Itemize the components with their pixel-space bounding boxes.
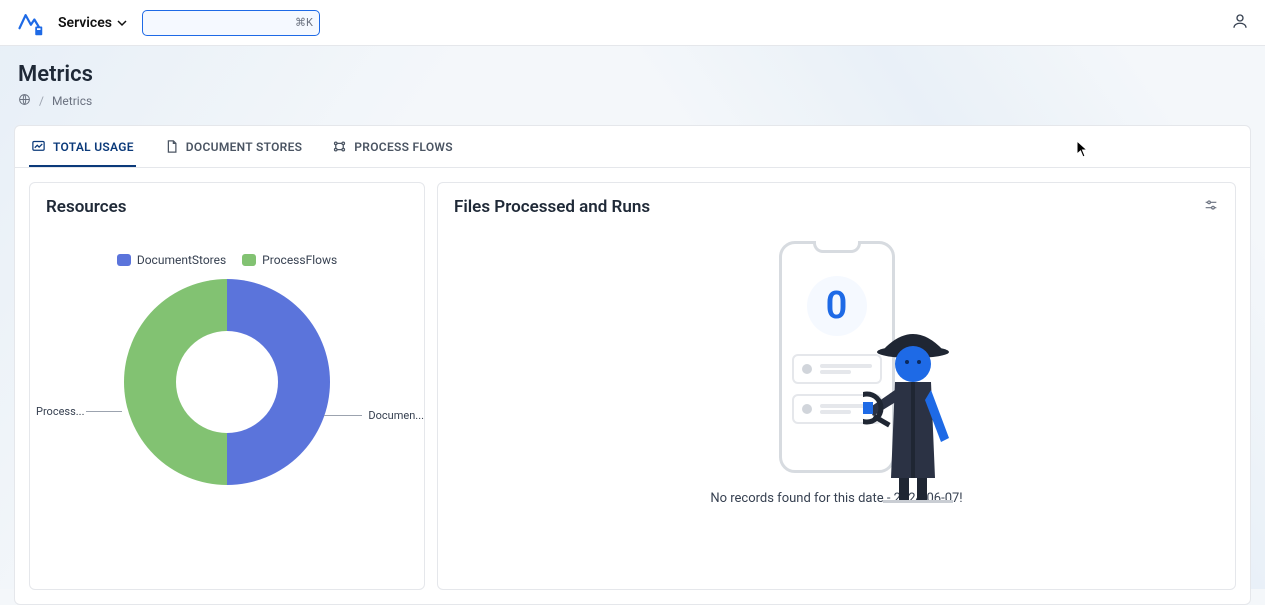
services-label: Services bbox=[58, 15, 112, 31]
panel-files: Files Processed and Runs 0 bbox=[437, 182, 1236, 590]
tab-label: DOCUMENT STORES bbox=[186, 140, 303, 154]
tabs: TOTAL USAGE DOCUMENT STORES PROCESS FLOW… bbox=[15, 126, 1250, 168]
tab-label: PROCESS FLOWS bbox=[354, 140, 453, 154]
legend-process-flows[interactable]: ProcessFlows bbox=[242, 253, 337, 267]
legend-label: DocumentStores bbox=[137, 253, 226, 267]
tab-document-stores[interactable]: DOCUMENT STORES bbox=[162, 126, 305, 167]
app-logo-icon[interactable] bbox=[16, 9, 44, 37]
content-card: TOTAL USAGE DOCUMENT STORES PROCESS FLOW… bbox=[14, 125, 1251, 605]
flow-icon bbox=[332, 139, 347, 154]
panel-resources: Resources DocumentStores ProcessFlows Pr… bbox=[29, 182, 425, 590]
donut-chart bbox=[46, 279, 408, 485]
breadcrumb: / Metrics bbox=[18, 93, 1247, 109]
breadcrumb-separator: / bbox=[39, 94, 44, 108]
swatch-icon bbox=[242, 254, 256, 266]
empty-state: 0 bbox=[454, 241, 1219, 506]
slice-label-process-flows: Process... bbox=[36, 405, 84, 418]
tab-label: TOTAL USAGE bbox=[53, 140, 134, 154]
settings-sliders-icon[interactable] bbox=[1203, 197, 1219, 217]
tab-total-usage[interactable]: TOTAL USAGE bbox=[29, 126, 136, 167]
chevron-down-icon bbox=[116, 17, 128, 29]
search-shortcut-hint: ⌘K bbox=[295, 16, 313, 29]
slice-leader-line bbox=[324, 415, 362, 416]
chart-legend: DocumentStores ProcessFlows bbox=[46, 253, 408, 267]
panels-row: Resources DocumentStores ProcessFlows Pr… bbox=[15, 168, 1250, 604]
detective-illustration bbox=[863, 303, 963, 513]
services-dropdown[interactable]: Services bbox=[58, 15, 128, 31]
topbar: Services ⌘K bbox=[0, 0, 1265, 46]
chart-line-icon bbox=[31, 139, 46, 154]
document-icon bbox=[164, 139, 179, 154]
breadcrumb-current: Metrics bbox=[52, 94, 92, 108]
panel-files-title: Files Processed and Runs bbox=[454, 197, 1219, 217]
legend-document-stores[interactable]: DocumentStores bbox=[117, 253, 226, 267]
legend-label: ProcessFlows bbox=[262, 253, 337, 267]
tab-process-flows[interactable]: PROCESS FLOWS bbox=[330, 126, 455, 167]
donut-ring[interactable] bbox=[124, 279, 330, 485]
page-header: Metrics / Metrics bbox=[0, 46, 1265, 119]
panel-resources-title: Resources bbox=[46, 197, 408, 217]
page-title: Metrics bbox=[18, 62, 1247, 87]
slice-leader-line bbox=[86, 411, 122, 412]
swatch-icon bbox=[117, 254, 131, 266]
globe-icon[interactable] bbox=[18, 93, 31, 109]
slice-label-document-stores: Documen... bbox=[368, 409, 424, 422]
search-input[interactable]: ⌘K bbox=[142, 10, 320, 36]
zero-count: 0 bbox=[807, 276, 867, 336]
user-account-icon[interactable] bbox=[1231, 12, 1249, 34]
